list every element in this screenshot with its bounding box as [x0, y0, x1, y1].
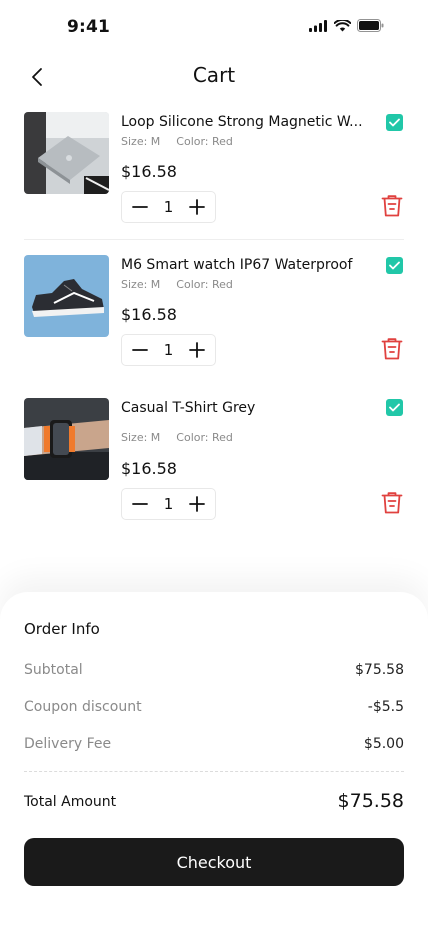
delete-button[interactable] — [381, 491, 403, 515]
product-title[interactable]: Casual T-Shirt Grey — [121, 400, 366, 416]
increase-button[interactable] — [187, 197, 207, 217]
subtotal-row: Subtotal $75.58 — [24, 662, 404, 682]
product-price: $16.58 — [121, 305, 177, 324]
quantity-stepper: 1 — [121, 191, 216, 223]
select-checkbox[interactable] — [386, 257, 403, 274]
signal-icon — [309, 19, 327, 32]
decrease-button[interactable] — [130, 494, 150, 514]
quantity-stepper: 1 — [121, 488, 216, 520]
status-icons — [309, 19, 384, 32]
product-image[interactable] — [24, 255, 109, 337]
product-image[interactable] — [24, 112, 109, 194]
order-info-title: Order Info — [24, 620, 100, 638]
quantity-value: 1 — [163, 341, 174, 359]
status-bar: 9:41 — [0, 0, 428, 54]
quantity-stepper: 1 — [121, 334, 216, 366]
trash-icon — [381, 492, 403, 514]
subtotal-value: $75.58 — [355, 662, 404, 678]
delivery-label: Delivery Fee — [24, 736, 112, 752]
product-meta: Size: M Color: Red — [121, 135, 233, 148]
battery-icon — [357, 19, 384, 32]
checkout-button[interactable]: Checkout — [24, 838, 404, 886]
product-color: Color: Red — [176, 278, 233, 291]
select-checkbox[interactable] — [386, 399, 403, 416]
coupon-row: Coupon discount -$5.5 — [24, 699, 404, 719]
increase-button[interactable] — [187, 494, 207, 514]
product-title[interactable]: M6 Smart watch IP67 Waterproof — [121, 257, 366, 273]
order-info-panel: Order Info Subtotal $75.58 Coupon discou… — [0, 592, 428, 926]
decrease-button[interactable] — [130, 197, 150, 217]
product-size: Size: M — [121, 278, 161, 291]
dashed-divider — [24, 771, 404, 772]
select-checkbox[interactable] — [386, 114, 403, 131]
product-price: $16.58 — [121, 459, 177, 478]
delete-button[interactable] — [381, 337, 403, 361]
delete-button[interactable] — [381, 194, 403, 218]
product-price: $16.58 — [121, 162, 177, 181]
quantity-value: 1 — [163, 198, 174, 216]
cart-item: Loop Silicone Strong Magnetic W... Size:… — [24, 112, 404, 223]
check-icon — [389, 261, 400, 270]
minus-icon — [132, 503, 148, 505]
total-label: Total Amount — [24, 794, 117, 810]
check-icon — [389, 118, 400, 127]
product-color: Color: Red — [176, 135, 233, 148]
divider — [24, 239, 404, 240]
product-meta: Size: M Color: Red — [121, 431, 233, 444]
header: Cart — [0, 60, 428, 94]
status-time: 9:41 — [67, 17, 111, 37]
delivery-value: $5.00 — [363, 736, 404, 752]
plus-icon — [189, 342, 205, 358]
check-icon — [389, 403, 400, 412]
minus-icon — [132, 206, 148, 208]
trash-icon — [381, 338, 403, 360]
product-title[interactable]: Loop Silicone Strong Magnetic W... — [121, 114, 366, 130]
subtotal-label: Subtotal — [24, 662, 83, 678]
coupon-label: Coupon discount — [24, 699, 142, 715]
product-size: Size: M — [121, 135, 161, 148]
total-value: $75.58 — [337, 790, 404, 812]
plus-icon — [189, 496, 205, 512]
coupon-value: -$5.5 — [367, 699, 404, 715]
delivery-row: Delivery Fee $5.00 — [24, 736, 404, 756]
page-title: Cart — [192, 63, 236, 87]
cart-item: M6 Smart watch IP67 Waterproof Size: M C… — [24, 255, 404, 366]
quantity-value: 1 — [163, 495, 174, 513]
product-meta: Size: M Color: Red — [121, 278, 233, 291]
wifi-icon — [334, 19, 351, 31]
product-image[interactable] — [24, 398, 109, 480]
increase-button[interactable] — [187, 340, 207, 360]
plus-icon — [189, 199, 205, 215]
product-color: Color: Red — [176, 431, 233, 444]
trash-icon — [381, 195, 403, 217]
minus-icon — [132, 349, 148, 351]
cart-item: Casual T-Shirt Grey Size: M Color: Red $… — [24, 398, 404, 520]
product-size: Size: M — [121, 431, 161, 444]
decrease-button[interactable] — [130, 340, 150, 360]
